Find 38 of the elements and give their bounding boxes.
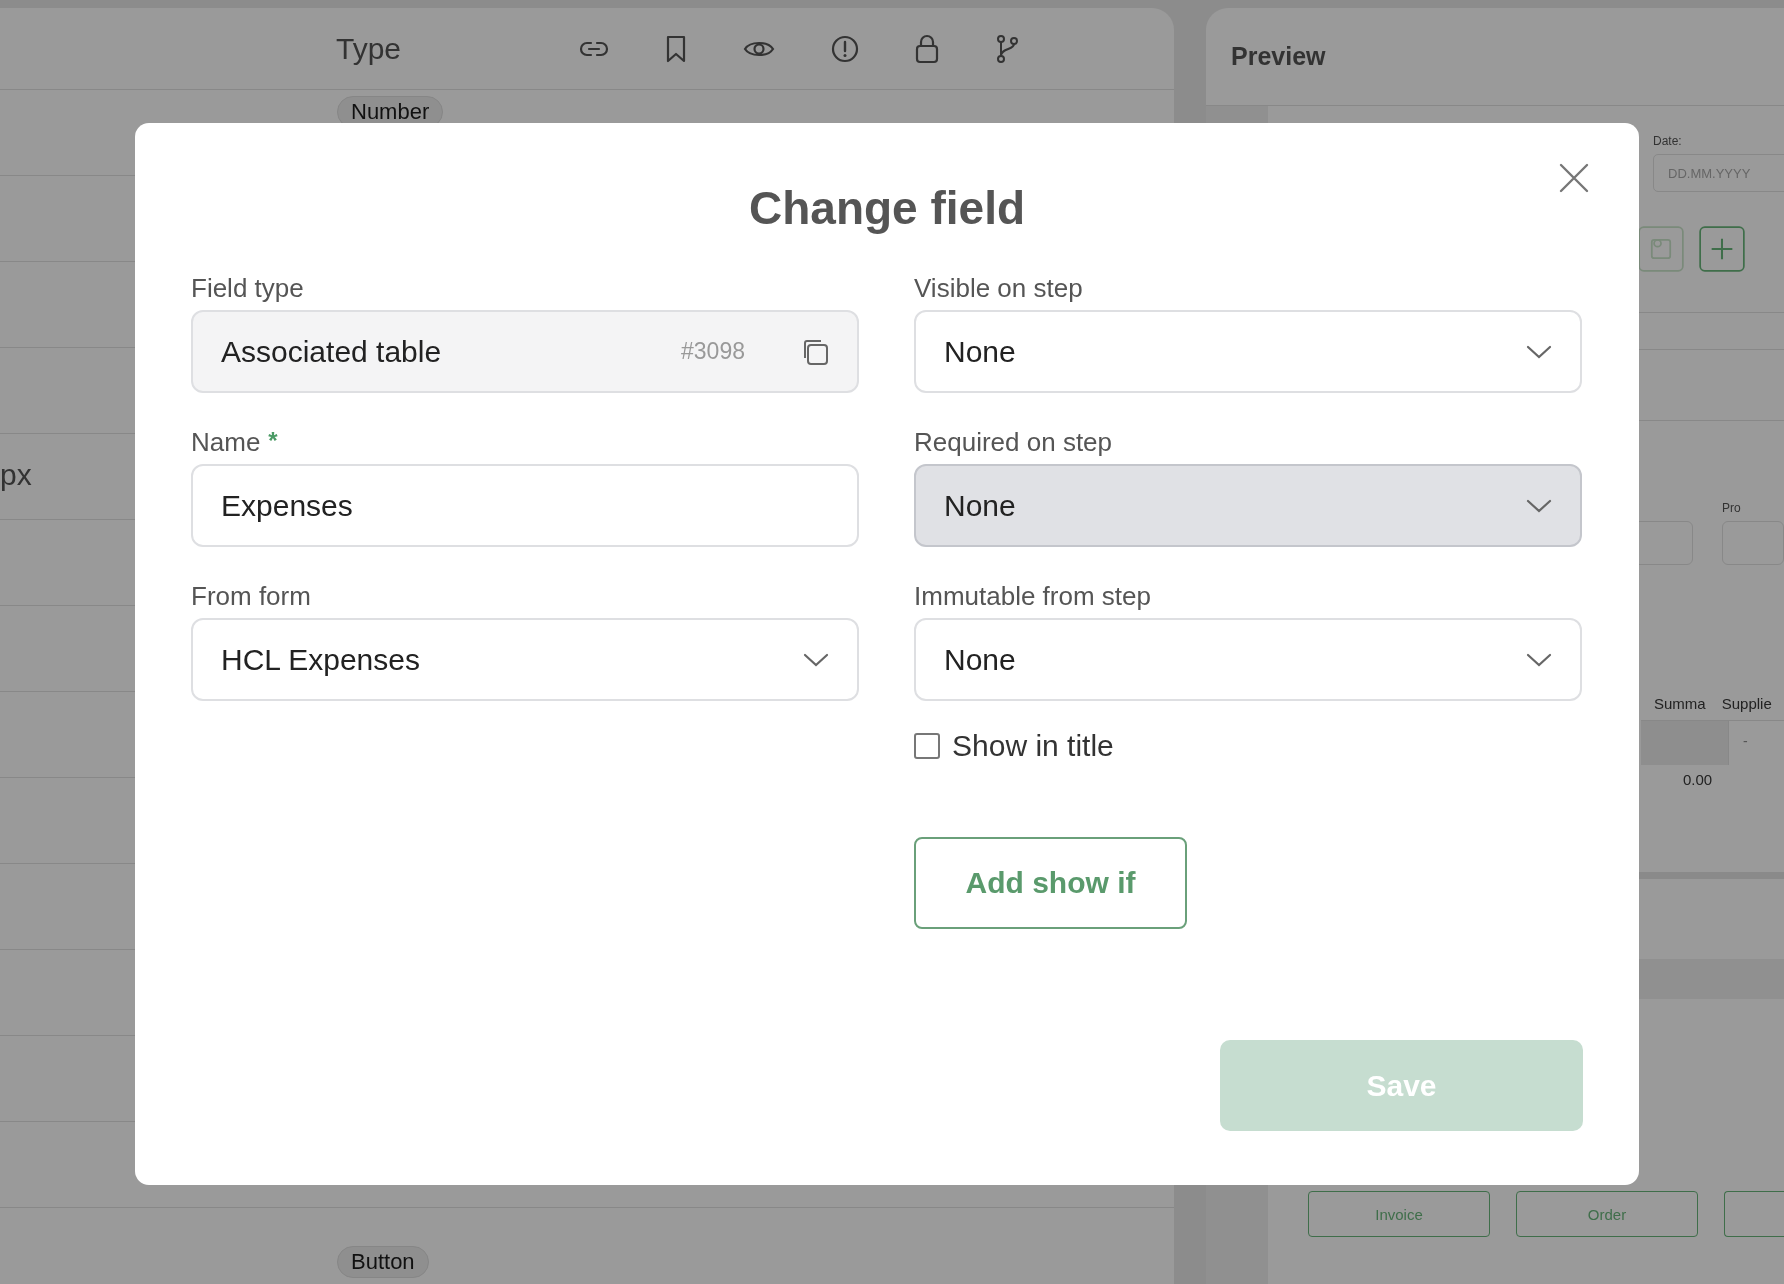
bookmark-icon[interactable] [665, 34, 688, 63]
name-field[interactable]: Expenses [191, 464, 859, 547]
field-label: Required on step [914, 427, 1113, 458]
table-header: Supplie [1721, 695, 1772, 712]
field-label: Immutable from step [914, 581, 1151, 612]
field-label: Field type [191, 273, 304, 304]
lock-icon[interactable] [915, 33, 940, 64]
chevron-down-icon [1526, 344, 1552, 359]
field-label: Name [191, 427, 261, 458]
branch-icon[interactable] [995, 33, 1020, 64]
field-label: From form [191, 581, 311, 612]
dialog-title: Change field [749, 181, 1025, 235]
field-value: Associated table [221, 334, 443, 369]
checkbox-label: Show in title [952, 729, 1114, 763]
select-field[interactable]: None [914, 464, 1582, 547]
select-field[interactable]: HCL Expenses [191, 618, 859, 701]
unit-text: px [0, 458, 32, 492]
table-header: Summa [1654, 695, 1706, 712]
total-value: 0.00 [1683, 771, 1713, 788]
field-label: Visible on step [914, 273, 1083, 304]
required-mark: * [268, 427, 278, 456]
chevron-down-icon [1526, 498, 1552, 513]
checkbox[interactable] [914, 733, 940, 759]
chevron-down-icon [1526, 652, 1552, 667]
preview-title: Preview [1231, 42, 1326, 71]
image-icon[interactable] [1638, 226, 1684, 272]
close-icon[interactable] [1559, 163, 1589, 193]
select-field[interactable]: None [914, 618, 1582, 701]
table-cell-text: - [1743, 733, 1748, 751]
copy-icon[interactable] [801, 337, 829, 366]
type-chip: Button [337, 1246, 429, 1278]
select-field[interactable]: None [914, 310, 1582, 393]
date-label: Date: [1653, 134, 1683, 148]
chevron-down-icon [803, 652, 829, 667]
column-header: Type [336, 31, 402, 66]
id-text: #3098 [681, 338, 745, 365]
alert-icon[interactable] [831, 34, 860, 63]
field-label: Pro [1722, 501, 1742, 515]
